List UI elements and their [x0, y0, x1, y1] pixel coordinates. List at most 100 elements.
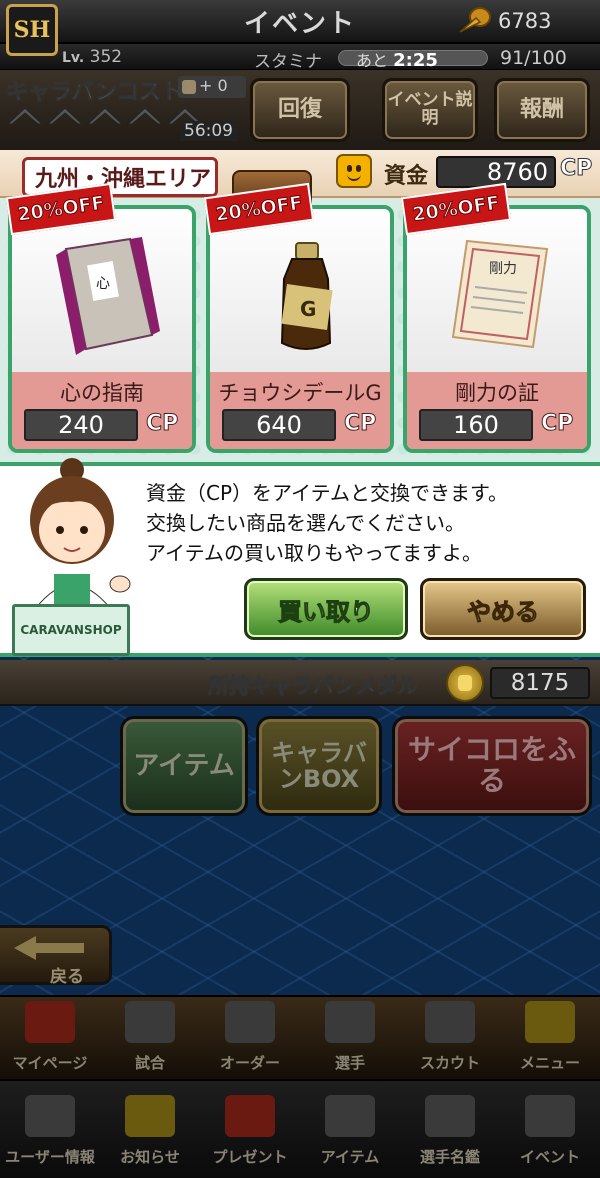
nav-item-player-list[interactable]: 選手名鑑: [400, 1091, 500, 1171]
nav-item-players[interactable]: 選手: [300, 997, 400, 1077]
top-bar: イベント 6783: [0, 0, 600, 44]
caravan-box-button[interactable]: キャラバンBOX: [256, 716, 382, 816]
stamina-remaining-label: あと: [356, 51, 389, 70]
nav-label: スカウト: [419, 1054, 480, 1072]
cost-slot-icon: [86, 102, 124, 142]
nav-label: お知らせ: [120, 1148, 180, 1166]
dialog-line: アイテムの買い取りもやってますよ。: [146, 541, 482, 565]
stamina-value: 91/100: [500, 47, 567, 69]
roll-dice-button[interactable]: サイコロをふる: [392, 716, 592, 816]
items-icon: [325, 1095, 375, 1137]
stamina-label: スタミナ: [254, 52, 322, 72]
level-value: 352: [89, 47, 123, 67]
user-info-icon: [25, 1095, 75, 1137]
medal-label: 所持キャラバンメダル: [207, 674, 419, 699]
caravan-cost-slots: [6, 102, 204, 142]
stadium-icon: [125, 1001, 175, 1043]
secondary-nav: ユーザー情報 お知らせ プレゼント アイテム 選手名鑑 イベント: [0, 1079, 600, 1178]
scout-icon: [425, 1001, 475, 1043]
buyback-button[interactable]: 買い取り: [244, 578, 408, 640]
nav-label: アイテム: [320, 1148, 380, 1166]
medal-count: 8175: [490, 667, 590, 699]
caravan-shop-sign: CARAVANSHOP: [12, 604, 130, 656]
nav-item-scout[interactable]: スカウト: [400, 997, 500, 1077]
nav-label: イベント: [519, 1148, 580, 1166]
nav-item-gift[interactable]: プレゼント: [200, 1091, 300, 1171]
smiley-icon: [336, 154, 372, 188]
nav-label: ユーザー情報: [5, 1148, 95, 1166]
notice-icon: [125, 1095, 175, 1137]
cost-bonus-value: + 0: [199, 76, 228, 95]
item-price-unit: CP: [540, 411, 574, 437]
nav-label: プレゼント: [212, 1148, 288, 1166]
shop-item-card[interactable]: 心 心の指南 240 CP: [8, 205, 196, 453]
screen-title: イベント: [243, 9, 356, 39]
mypage-icon: [25, 1001, 75, 1043]
nav-item-order[interactable]: オーダー: [200, 997, 300, 1077]
player-list-icon: [425, 1095, 475, 1137]
book-icon: 心: [56, 237, 160, 355]
reward-button[interactable]: 報酬: [494, 78, 590, 142]
back-arrow-icon: [14, 936, 84, 960]
recover-button[interactable]: 回復: [250, 78, 350, 142]
menu-icon: [525, 1001, 575, 1043]
nav-label: 選手名鑑: [419, 1148, 480, 1166]
bottle-icon: G: [280, 242, 333, 350]
cost-slot-icon: [6, 102, 44, 142]
shop-item-card[interactable]: G チョウシデールG 640 CP: [206, 205, 394, 453]
nav-label: オーダー: [219, 1054, 280, 1072]
coin-icon: [459, 7, 491, 33]
level-label: Lv.: [62, 50, 85, 66]
quit-button[interactable]: やめる: [420, 578, 586, 640]
shop-item-card[interactable]: 剛力 剛力の証 160 CP: [403, 205, 591, 453]
funds-unit: CP: [559, 156, 593, 182]
back-label: 戻る: [50, 967, 84, 987]
nav-item-event[interactable]: イベント: [500, 1091, 600, 1171]
status-bar: Lv. 352 スタミナ あと 2:25 91/100: [0, 44, 600, 72]
nav-label: マイページ: [12, 1054, 88, 1072]
nav-label: メニュー: [519, 1054, 580, 1072]
caravan-cost-bonus: + 0: [178, 76, 246, 98]
primary-nav: マイページ 試合 オーダー 選手 スカウト メニュー: [0, 995, 600, 1079]
team-logo[interactable]: SH: [6, 4, 58, 56]
item-price: 160: [419, 409, 533, 441]
items-button[interactable]: アイテム: [120, 716, 248, 816]
medal-icon: [446, 664, 484, 702]
gift-icon: [225, 1095, 275, 1137]
item-name: チョウシデールG: [218, 381, 382, 405]
field-icon: [225, 1001, 275, 1043]
caravan-cost-timer: 56:09: [180, 121, 237, 141]
dialog-line: 交換したい商品を選んでください。: [146, 511, 465, 535]
player-icon: [325, 1001, 375, 1043]
cost-gem-icon: [182, 79, 196, 94]
cost-slot-icon: [46, 102, 84, 142]
nav-item-match[interactable]: 試合: [100, 997, 200, 1077]
event-info-button[interactable]: イベント説明: [382, 78, 478, 142]
certificate-icon: 剛力: [451, 239, 549, 349]
level-display: Lv. 352: [62, 47, 122, 67]
stamina-timer: あと 2:25: [356, 47, 438, 71]
stamina-timer-value: 2:25: [393, 50, 438, 71]
item-name: 剛力の証: [455, 381, 539, 405]
svg-text:剛力: 剛力: [489, 261, 517, 277]
item-name: 心の指南: [60, 381, 144, 405]
nav-item-notice[interactable]: お知らせ: [100, 1091, 200, 1171]
svg-text:G: G: [300, 297, 316, 321]
dialog-line: 資金（CP）をアイテムと交換できます。: [146, 481, 509, 505]
item-price: 240: [24, 409, 138, 441]
coin-count: 6783: [498, 9, 552, 33]
nav-label: 選手: [334, 1054, 365, 1072]
cost-slot-icon: [126, 102, 164, 142]
nav-item-mypage[interactable]: マイページ: [0, 997, 100, 1077]
nav-item-menu[interactable]: メニュー: [500, 997, 600, 1077]
nav-label: 試合: [134, 1054, 165, 1072]
funds-label: 資金: [384, 164, 429, 189]
event-icon: [525, 1095, 575, 1137]
item-price: 640: [222, 409, 336, 441]
item-price-unit: CP: [343, 411, 377, 437]
nav-item-user-info[interactable]: ユーザー情報: [0, 1091, 100, 1171]
item-price-unit: CP: [145, 411, 179, 437]
svg-text:心: 心: [96, 276, 110, 292]
nav-item-items[interactable]: アイテム: [300, 1091, 400, 1171]
dialog-message: 資金（CP）をアイテムと交換できます。 交換したい商品を選んでください。 アイテ…: [146, 478, 596, 568]
